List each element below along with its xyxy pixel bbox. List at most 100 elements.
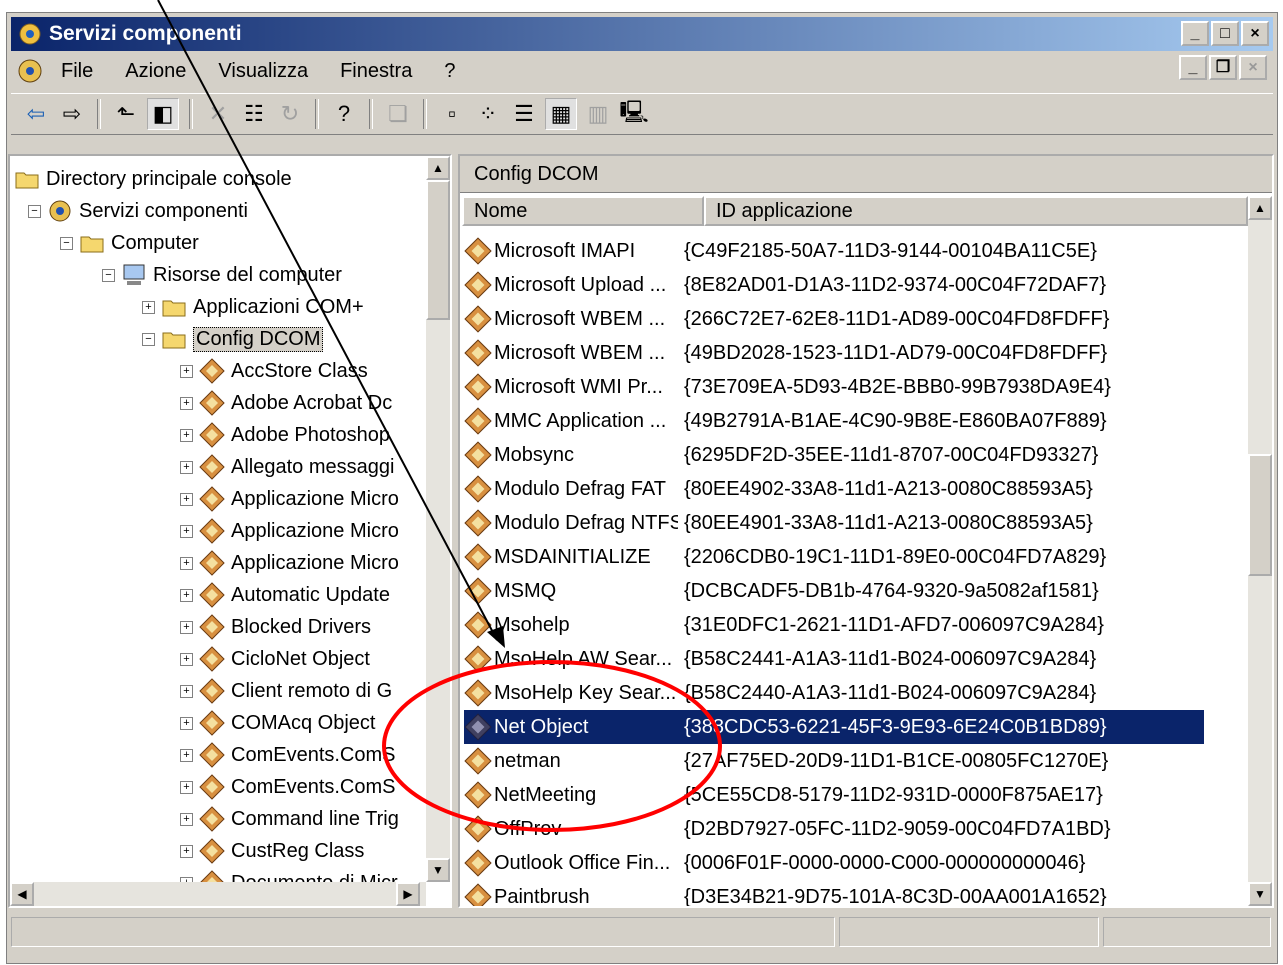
tree-item[interactable]: + CustReg Class	[180, 836, 364, 866]
expand-icon[interactable]: +	[180, 588, 193, 602]
scroll-up-icon[interactable]: ▲	[426, 156, 450, 180]
expand-icon[interactable]: +	[180, 716, 193, 730]
expand-icon[interactable]: +	[180, 492, 193, 506]
forward-arrow-icon[interactable]: ⇨	[57, 99, 87, 129]
tree-item[interactable]: + AccStore Class	[180, 356, 368, 386]
scroll-down-icon[interactable]: ▼	[426, 858, 450, 882]
list-item[interactable]: Microsoft WBEM ... {266C72E7-62E8-11D1-AD…	[464, 302, 1204, 336]
properties-icon[interactable]: ☷	[239, 99, 269, 129]
list-item[interactable]: Microsoft IMAPI {C49F2185-50A7-11D3-9144-…	[464, 234, 1204, 268]
tree-vertical-scrollbar[interactable]: ▲ ▼	[426, 156, 450, 882]
collapse-icon[interactable]: −	[60, 236, 73, 250]
back-arrow-icon[interactable]: ⇦	[21, 99, 51, 129]
computer-icon[interactable]: 🖳	[619, 99, 649, 129]
tree-scroll-thumb[interactable]	[426, 180, 450, 320]
list-item[interactable]: NetMeeting {5CE55CD8-5179-11D2-931D-0000F…	[464, 778, 1204, 812]
expand-icon[interactable]: +	[180, 428, 193, 442]
tree-item[interactable]: + Adobe Photoshop	[180, 420, 390, 450]
mdi-close-button[interactable]: ×	[1239, 55, 1267, 80]
list-item[interactable]: Modulo Defrag FAT {80EE4902-33A8-11d1-A21…	[464, 472, 1204, 506]
list-item[interactable]: MsoHelp Key Sear... {B58C2440-A1A3-11d1-B…	[464, 676, 1204, 710]
mdi-minimize-button[interactable]: _	[1179, 55, 1207, 80]
expand-icon[interactable]: +	[142, 300, 155, 314]
tree-item[interactable]: + Blocked Drivers	[180, 612, 371, 642]
expand-icon[interactable]: +	[180, 556, 193, 570]
list-item[interactable]: Paintbrush {D3E34B21-9D75-101A-8C3D-00AA0…	[464, 880, 1204, 906]
list-item[interactable]: MMC Application ... {49B2791A-B1AE-4C90-9…	[464, 404, 1204, 438]
list-item[interactable]: Modulo Defrag NTFS {80EE4901-33A8-11d1-A2…	[464, 506, 1204, 540]
tile-view-icon[interactable]: ▥	[583, 99, 613, 129]
column-header-id-applicazione[interactable]: ID applicazione	[704, 196, 1248, 226]
list-scroll-thumb[interactable]	[1248, 454, 1272, 576]
list-item[interactable]: Microsoft WMI Pr... {73E709EA-5D93-4B2E-B…	[464, 370, 1204, 404]
up-one-level-icon[interactable]: ⬑	[111, 99, 141, 129]
tree-item[interactable]: + Applicazione Micro	[180, 484, 399, 514]
scroll-up-icon[interactable]: ▲	[1248, 196, 1272, 220]
show-hide-tree-icon[interactable]: ◧	[147, 98, 179, 130]
maximize-button[interactable]: □	[1211, 21, 1239, 46]
menu-file[interactable]: File	[45, 60, 109, 83]
list-item[interactable]: Net Object {388CDC53-6221-45F3-9E93-6E24C…	[464, 710, 1204, 744]
delete-icon[interactable]: ✕	[203, 99, 233, 129]
tree-item[interactable]: + Applicazioni COM+	[142, 292, 364, 322]
collapse-icon[interactable]: −	[102, 268, 115, 282]
tree-item[interactable]: + ComEvents.ComS	[180, 772, 396, 802]
tree-item[interactable]: + Adobe Acrobat Dc	[180, 388, 392, 418]
expand-icon[interactable]: +	[180, 844, 193, 858]
list-item[interactable]: netman {27AF75ED-20D9-11D1-B1CE-00805FC12…	[464, 744, 1204, 778]
list-view-icon[interactable]: ☰	[509, 99, 539, 129]
collapse-icon[interactable]: −	[142, 332, 155, 346]
tree-item[interactable]: + Command line Trig	[180, 804, 399, 834]
list-item[interactable]: MSMQ {DCBCADF5-DB1b-4764-9320-9a5082af158…	[464, 574, 1204, 608]
tree-item[interactable]: + CicloNet Object	[180, 644, 370, 674]
large-icons-icon[interactable]: ▫	[437, 99, 467, 129]
list-vertical-scrollbar[interactable]: ▲ ▼	[1248, 196, 1272, 906]
collapse-icon[interactable]: −	[28, 204, 41, 218]
tree-item[interactable]: − Computer	[60, 228, 199, 258]
scroll-down-icon[interactable]: ▼	[1248, 882, 1272, 906]
small-icons-icon[interactable]: ⁘	[473, 99, 503, 129]
list-item[interactable]: Msohelp {31E0DFC1-2621-11D1-AFD7-006097C9…	[464, 608, 1204, 642]
scroll-left-icon[interactable]: ◀	[10, 882, 34, 906]
console-icon[interactable]	[15, 56, 45, 86]
expand-icon[interactable]: +	[180, 684, 193, 698]
menu-finestra[interactable]: Finestra	[324, 60, 428, 83]
expand-icon[interactable]: +	[180, 620, 193, 634]
tree-item[interactable]: Directory principale console	[14, 164, 292, 194]
expand-icon[interactable]: +	[180, 780, 193, 794]
close-button[interactable]: ×	[1241, 21, 1269, 46]
help-icon[interactable]: ?	[329, 99, 359, 129]
tree-horizontal-scrollbar[interactable]: ◀ ▶	[10, 882, 426, 906]
minimize-button[interactable]: _	[1181, 21, 1209, 46]
refresh-icon[interactable]: ↻	[275, 99, 305, 129]
expand-icon[interactable]: +	[180, 364, 193, 378]
tree-item[interactable]: + Automatic Update	[180, 580, 390, 610]
tree-item[interactable]: + COMAcq Object	[180, 708, 375, 738]
mdi-restore-button[interactable]: ❐	[1209, 55, 1237, 80]
menu-visualizza[interactable]: Visualizza	[202, 60, 324, 83]
tree-item[interactable]: + ComEvents.ComS	[180, 740, 396, 770]
menu-help[interactable]: ?	[428, 60, 471, 83]
list-item[interactable]: Outlook Office Fin... {0006F01F-0000-0000…	[464, 846, 1204, 880]
expand-icon[interactable]: +	[180, 652, 193, 666]
tree-item[interactable]: − Risorse del computer	[102, 260, 342, 290]
tree-item[interactable]: + Allegato messaggi	[180, 452, 394, 482]
expand-icon[interactable]: +	[180, 748, 193, 762]
title-bar[interactable]: Servizi componenti _ □ ×	[11, 17, 1273, 51]
expand-icon[interactable]: +	[180, 396, 193, 410]
list-item[interactable]: Microsoft Upload ... {8E82AD01-D1A3-11D2-…	[464, 268, 1204, 302]
expand-icon[interactable]: +	[180, 812, 193, 826]
tree-item[interactable]: + Client remoto di G	[180, 676, 392, 706]
menu-azione[interactable]: Azione	[109, 60, 202, 83]
tree-item[interactable]: + Applicazione Micro	[180, 516, 399, 546]
tree-item[interactable]: + Applicazione Micro	[180, 548, 399, 578]
list-item[interactable]: MsoHelp AW Sear... {B58C2441-A1A3-11d1-B0…	[464, 642, 1204, 676]
tree-item[interactable]: − Config DCOM	[142, 324, 324, 354]
column-header-nome[interactable]: Nome	[462, 196, 704, 226]
tree-item[interactable]: − Servizi componenti	[28, 196, 248, 226]
list-item[interactable]: Microsoft WBEM ... {49BD2028-1523-11D1-AD…	[464, 336, 1204, 370]
list-item[interactable]: OffProv {D2BD7927-05FC-11D2-9059-00C04FD7…	[464, 812, 1204, 846]
details-view-icon[interactable]: ▦	[545, 98, 577, 130]
scroll-right-icon[interactable]: ▶	[396, 882, 420, 906]
expand-icon[interactable]: +	[180, 524, 193, 538]
